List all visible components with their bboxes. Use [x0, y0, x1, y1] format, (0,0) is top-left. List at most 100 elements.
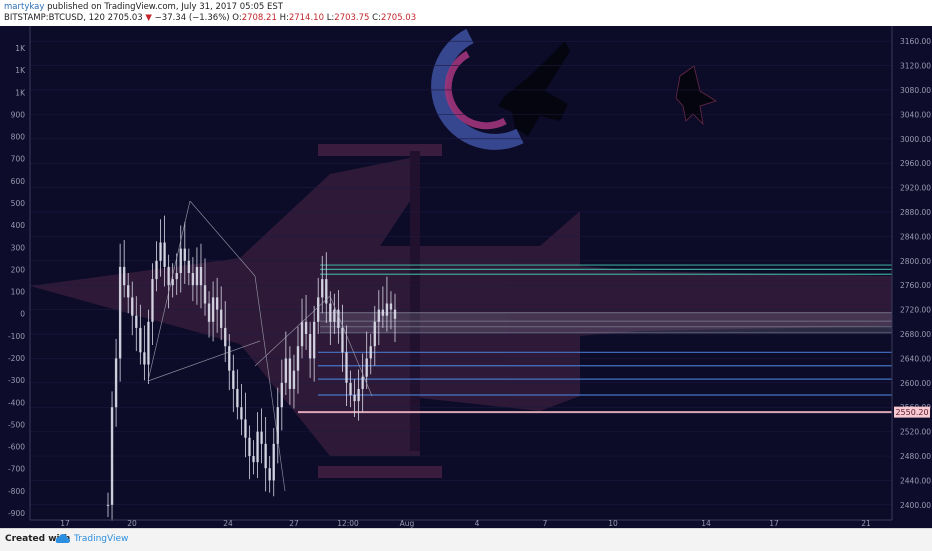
- candle-body: [122, 266, 126, 286]
- left-tick-label: 800: [11, 133, 26, 142]
- candle-body: [155, 260, 158, 280]
- candle-body: [163, 242, 166, 267]
- price-tick-label: 2800.00: [900, 257, 931, 266]
- candle-body: [228, 346, 231, 371]
- symbol-label: BITSTAMP:BTCUSD, 120: [4, 13, 105, 23]
- time-tick-label: 12:00: [337, 519, 359, 528]
- cloud-logo-icon: [55, 534, 70, 543]
- time-tick-label: 7: [543, 519, 548, 528]
- footer-bar: Created with TradingView: [0, 528, 932, 551]
- candle-body: [260, 431, 263, 444]
- left-tick-label: 600: [11, 177, 26, 186]
- high-value: 2714.10: [288, 13, 324, 23]
- last-price-label: 2550.20: [895, 408, 928, 417]
- left-tick-label: 700: [11, 155, 26, 164]
- brand-link[interactable]: TradingView: [74, 534, 128, 544]
- time-tick-label: Aug: [400, 519, 415, 528]
- candle-body: [312, 321, 316, 359]
- time-tick-label: 27: [289, 519, 299, 528]
- candle-body: [159, 242, 162, 261]
- low-value: 2703.75: [334, 13, 370, 23]
- price-tick-label: 2640.00: [900, 354, 931, 363]
- candle-body: [369, 346, 372, 359]
- candle-body: [272, 443, 275, 481]
- candle-body: [135, 315, 138, 328]
- candle-body: [353, 395, 356, 402]
- price-tick-label: 2480.00: [900, 452, 931, 461]
- time-tick-label: 24: [223, 519, 233, 528]
- candle-body: [256, 431, 259, 463]
- price-tick-label: 2920.00: [900, 184, 931, 193]
- candle-body: [187, 260, 191, 273]
- left-tick-label: -200: [8, 354, 25, 363]
- candle-body: [333, 309, 336, 322]
- publish-line: martykay published on TradingView.com, J…: [4, 2, 283, 12]
- candle-body: [244, 419, 247, 438]
- candle-body: [179, 248, 182, 273]
- candle-body: [203, 285, 207, 304]
- close-label: C:: [372, 13, 381, 23]
- left-tick-label: -900: [8, 509, 25, 518]
- author-link[interactable]: martykay: [4, 2, 44, 12]
- candle-body: [361, 376, 364, 389]
- left-tick-label: -500: [8, 420, 25, 429]
- price-tick-label: 2880.00: [900, 208, 931, 217]
- candle-body: [139, 327, 142, 353]
- left-tick-label: 300: [11, 243, 26, 252]
- published-text: published on TradingView.com, July 31, 2…: [47, 2, 283, 12]
- price-tick-label: 3040.00: [900, 110, 931, 119]
- time-tick-label: 17: [60, 519, 70, 528]
- candle-body: [393, 309, 397, 319]
- candle-body: [268, 468, 271, 481]
- candle-body: [389, 303, 393, 310]
- symbol-line: BITSTAMP:BTCUSD, 120 2705.03 ▼ −37.34 (−…: [4, 13, 416, 23]
- candle-body: [232, 370, 235, 389]
- price-tick-label: 2960.00: [900, 159, 931, 168]
- close-value: 2705.03: [380, 13, 417, 23]
- candle-body: [284, 358, 288, 383]
- left-tick-label: 100: [11, 288, 26, 297]
- candle-body: [211, 297, 215, 322]
- candle-body: [329, 303, 332, 322]
- candle-body: [357, 388, 360, 402]
- left-tick-label: -100: [8, 332, 25, 341]
- candle-body: [296, 346, 300, 371]
- time-tick-label: 20: [127, 519, 137, 528]
- left-tick-label: 0: [20, 310, 25, 319]
- candle-body: [280, 382, 284, 408]
- candle-body: [131, 297, 134, 316]
- left-tick-label: 1K: [15, 44, 26, 53]
- left-tick-label: -600: [8, 443, 25, 452]
- chart-header: martykay published on TradingView.com, J…: [0, 0, 932, 26]
- candle-body: [308, 334, 312, 359]
- price-tick-label: 3000.00: [900, 135, 931, 144]
- left-tick-label: 500: [11, 199, 26, 208]
- left-tick-label: 200: [11, 265, 26, 274]
- candle-body: [264, 443, 267, 469]
- price-chart[interactable]: 3160.00 3120.00 3080.00 3040.00 3000.00 2960.…: [0, 26, 932, 528]
- candle-body: [236, 388, 239, 408]
- candle-body: [341, 327, 344, 353]
- price-tick-label: 2720.00: [900, 306, 931, 315]
- left-tick-label: 1K: [15, 88, 26, 97]
- candle-body: [175, 273, 178, 280]
- price-tick-label: 3080.00: [900, 86, 931, 95]
- price-tick-label: 2680.00: [900, 330, 931, 339]
- candle-body: [207, 303, 211, 322]
- price-tick-label: 2840.00: [900, 232, 931, 241]
- candle-body: [219, 309, 223, 328]
- open-label: O:: [232, 13, 242, 23]
- candle-body: [377, 309, 381, 322]
- open-value: 2708.21: [241, 13, 277, 23]
- left-tick-label: -800: [8, 487, 25, 496]
- candle-body: [248, 437, 251, 457]
- candle-body: [292, 370, 296, 389]
- candle-body: [345, 352, 348, 383]
- price-tick-label: 3120.00: [900, 62, 931, 71]
- candle-body: [316, 297, 320, 322]
- time-tick-label: 10: [608, 519, 618, 528]
- chart-area[interactable]: 3160.00 3120.00 3080.00 3040.00 3000.00 2960.…: [0, 26, 932, 528]
- candle-body: [191, 273, 195, 286]
- left-tick-label: 900: [11, 110, 26, 119]
- candle-body: [215, 297, 219, 310]
